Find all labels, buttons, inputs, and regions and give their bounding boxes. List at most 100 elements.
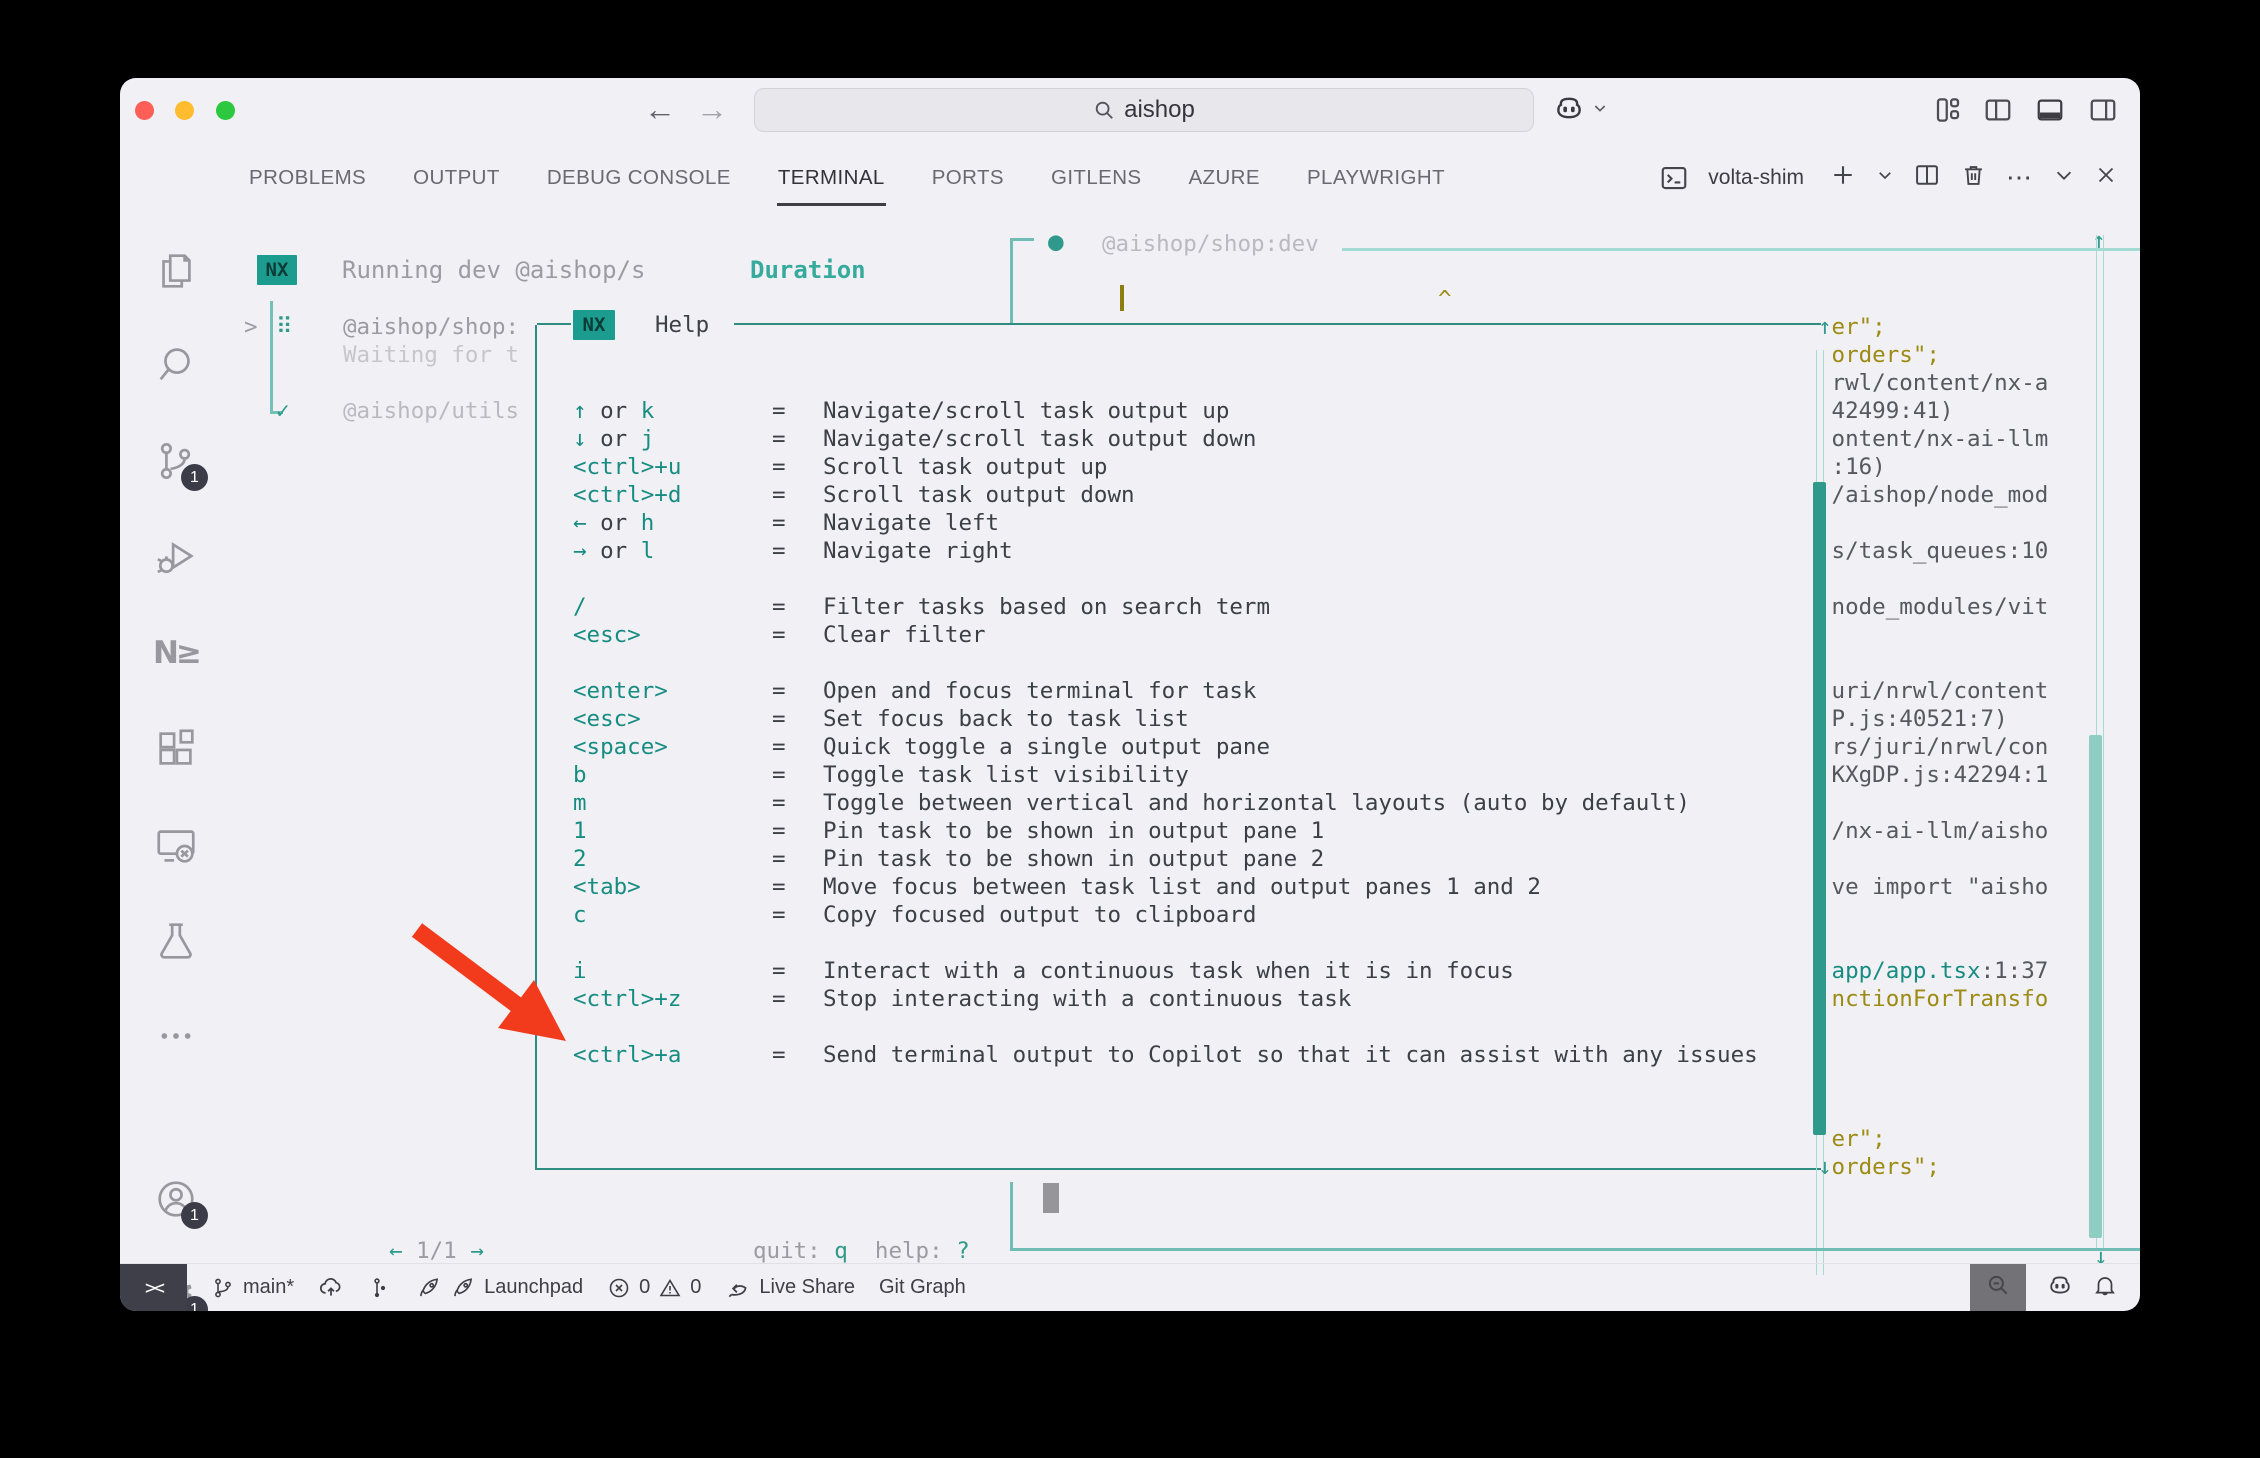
search-icon	[1093, 99, 1115, 121]
tab-gitlens[interactable]: GITLENS	[1050, 160, 1143, 196]
output-pane-dot: ●	[1048, 228, 1064, 256]
pane-scrollbar-thumb[interactable]	[2089, 735, 2102, 1238]
panel-tabs: PROBLEMS OUTPUT DEBUG CONSOLE TERMINAL P…	[248, 140, 1446, 215]
copilot-menu-button[interactable]	[1552, 91, 1608, 130]
branch-name: main*	[243, 1276, 294, 1299]
test-beaker-icon	[153, 918, 199, 964]
tab-problems[interactable]: PROBLEMS	[248, 160, 367, 196]
output-pane-top-bracket-h	[1010, 238, 1034, 241]
copilot-status-item[interactable]	[2046, 1271, 2074, 1305]
pager-prev-icon[interactable]: ←	[389, 1238, 403, 1264]
title-bar: ← → aishop	[120, 78, 2140, 140]
tab-playwright[interactable]: PLAYWRIGHT	[1306, 160, 1446, 196]
remote-indicator[interactable]: ><	[120, 1264, 187, 1311]
nx-badge: NX	[257, 255, 297, 285]
sidebar-item-testing[interactable]	[153, 918, 199, 964]
account-badge: 1	[181, 1202, 208, 1229]
nx-console-icon: N≥	[153, 635, 199, 671]
pager-next-icon[interactable]: →	[470, 1238, 484, 1264]
help-label: help:	[875, 1238, 943, 1264]
terminal-block-cursor	[1043, 1183, 1059, 1213]
toggle-primary-sidebar-icon[interactable]	[1983, 95, 2013, 125]
customize-layout-icon[interactable]	[1933, 95, 1963, 125]
sidebar-item-extensions[interactable]	[153, 726, 199, 772]
task-runner-title: Running dev @aishop/s	[342, 256, 645, 284]
notifications-item[interactable]	[2092, 1272, 2118, 1304]
toggle-secondary-sidebar-icon[interactable]	[2088, 95, 2118, 125]
terminal-caret: ^	[1438, 285, 1452, 313]
kill-terminal-button[interactable]	[1960, 162, 1987, 194]
remote-explorer-icon	[153, 823, 199, 869]
live-share-label: Live Share	[759, 1276, 855, 1299]
tab-terminal[interactable]: TERMINAL	[777, 160, 886, 196]
help-nx-badge: NX	[573, 310, 615, 340]
command-center-search[interactable]: aishop	[754, 88, 1534, 132]
pager-position: 1/1	[416, 1238, 457, 1264]
back-arrow-icon[interactable]: ←	[640, 84, 680, 134]
forward-arrow-icon[interactable]: →	[692, 84, 732, 134]
help-keybinding-list: ↑ or k=Navigate/scroll task output up↓ o…	[573, 397, 1811, 1069]
task-pager[interactable]: ← 1/1 →	[389, 1237, 484, 1265]
sidebar-item-more[interactable]	[153, 1013, 199, 1059]
sidebar-item-explorer[interactable]	[153, 248, 199, 294]
output-pane-title-rule	[1342, 248, 2140, 251]
sidebar-item-remote-explorer[interactable]	[153, 823, 199, 869]
close-panel-button[interactable]	[2094, 163, 2118, 192]
panel-chevron-down-icon[interactable]	[2053, 164, 2075, 191]
terminal-profile-chevron-icon[interactable]	[1876, 166, 1894, 189]
split-terminal-button[interactable]	[1913, 161, 1941, 194]
tab-azure[interactable]: AZURE	[1187, 160, 1260, 196]
tab-ports[interactable]: PORTS	[931, 160, 1005, 196]
quit-key: q	[834, 1238, 848, 1264]
run-debug-icon	[153, 534, 199, 580]
search-value: aishop	[1124, 96, 1195, 124]
task-expand-chevron[interactable]: >	[244, 313, 258, 341]
git-graph-item[interactable]: Git Graph	[879, 1276, 966, 1299]
sidebar-item-nx-console[interactable]: N≥	[153, 630, 199, 676]
toggle-panel-icon[interactable]	[2035, 95, 2065, 125]
nx-help-overlay: NX Help ↑ or k=Navigate/scroll task outp…	[535, 325, 1821, 1170]
task-item-shop-status: Waiting for t	[343, 341, 519, 369]
zoom-out-icon	[1985, 1272, 2011, 1304]
terminal-instance-name[interactable]: volta-shim	[1708, 166, 1804, 190]
more-icon	[156, 1016, 196, 1056]
footer-hints: quit: q help: ?	[753, 1237, 970, 1265]
publish-changes-item[interactable]	[318, 1275, 344, 1301]
new-terminal-button[interactable]	[1829, 161, 1857, 194]
bell-icon	[2092, 1272, 2118, 1304]
tab-debug-console[interactable]: DEBUG CONSOLE	[546, 160, 732, 196]
more-actions-button[interactable]: ⋯	[2006, 162, 2034, 193]
traffic-light-minimize[interactable]	[175, 101, 194, 120]
rocket-icon	[416, 1275, 442, 1301]
live-share-icon	[725, 1275, 751, 1301]
screencast-zoom-button[interactable]	[1970, 1264, 2026, 1311]
pipelines-item[interactable]	[368, 1276, 392, 1300]
cloud-upload-icon	[318, 1275, 344, 1301]
rocket-icon-2	[450, 1275, 476, 1301]
sidebar-item-source-control[interactable]: 1	[153, 438, 199, 484]
git-graph-label: Git Graph	[879, 1276, 966, 1299]
sidebar-item-search[interactable]	[153, 341, 199, 387]
terminal-content: NX Running dev @aishop/s Duration > ⠿ @a…	[230, 215, 2140, 1264]
error-icon	[607, 1276, 631, 1300]
traffic-light-zoom[interactable]	[216, 101, 235, 120]
chevron-down-icon	[1592, 100, 1608, 121]
traffic-light-close[interactable]	[135, 101, 154, 120]
launchpad-item[interactable]: Launchpad	[416, 1275, 583, 1301]
scm-badge: 1	[181, 464, 208, 491]
task-item-utils[interactable]: @aishop/utils	[343, 397, 519, 425]
tab-output[interactable]: OUTPUT	[412, 160, 501, 196]
screenshot-stage: ← → aishop	[0, 0, 2260, 1458]
task-item-shop-dev[interactable]: @aishop/shop:	[343, 313, 519, 341]
files-icon	[153, 248, 199, 294]
problems-item[interactable]: 0 0	[607, 1276, 701, 1300]
live-share-item[interactable]: Live Share	[725, 1275, 855, 1301]
sidebar-item-run-debug[interactable]	[153, 534, 199, 580]
remote-icon: ><	[145, 1277, 162, 1299]
git-branch-item[interactable]: main*	[211, 1276, 294, 1300]
output-pane-bottom-rule	[1010, 1248, 2140, 1251]
background-output-column: ↑er"; orders"; rwl/content/nx-a 42499:41…	[1818, 313, 2048, 1181]
sidebar-item-account[interactable]: 1	[153, 1176, 199, 1222]
help-key: ?	[956, 1238, 970, 1264]
output-pane-bottom-bracket-v	[1010, 1182, 1013, 1250]
